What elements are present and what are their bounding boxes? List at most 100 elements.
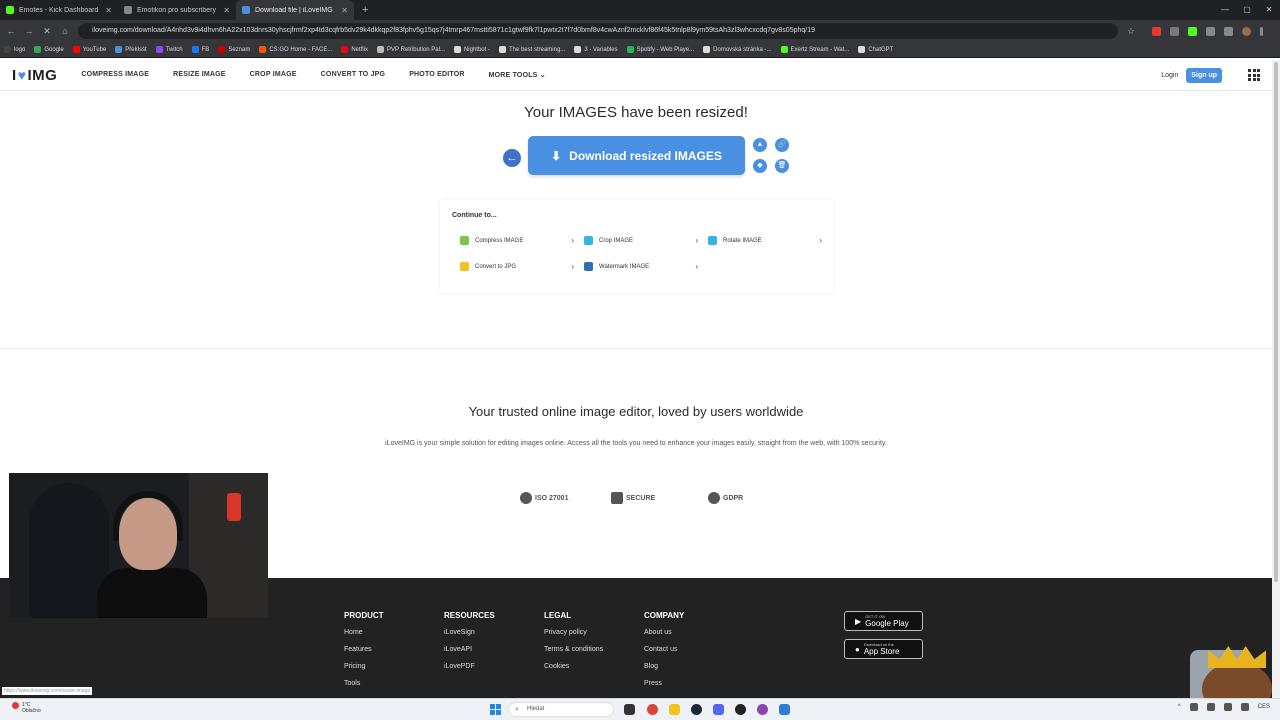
dropbox-icon[interactable]: ◆: [753, 159, 767, 173]
bookmark-item[interactable]: Twitch: [155, 46, 183, 53]
bookmark-icon: [703, 46, 711, 53]
home-icon[interactable]: ⌂: [60, 26, 70, 36]
tray-icon[interactable]: [1223, 703, 1232, 711]
close-tab-icon[interactable]: ✕: [341, 6, 348, 15]
continue-compress-image[interactable]: Compress IMAGE ›: [460, 236, 574, 245]
signup-button[interactable]: Sign up: [1186, 67, 1222, 83]
footer-link[interactable]: Features: [344, 646, 384, 653]
menu-convert-to-jpg[interactable]: CONVERT TO JPG: [321, 71, 386, 79]
url-field[interactable]: iloveimg.com/download/A4nhd3v9i4dhvn6hA2…: [78, 23, 1118, 39]
browser-tab-active[interactable]: Download file | iLoveIMG ✕: [236, 0, 354, 20]
browser-tab[interactable]: Emotikon pro subscribery ✕: [118, 0, 236, 20]
bookmark-item[interactable]: Google: [34, 46, 64, 53]
menu-resize-image[interactable]: RESIZE IMAGE: [173, 71, 226, 79]
file-explorer-icon[interactable]: [669, 704, 680, 715]
footer-link[interactable]: iLovePDF: [444, 663, 495, 670]
close-window-icon[interactable]: ✕: [1258, 0, 1280, 20]
page-scrollbar[interactable]: [1272, 60, 1280, 698]
menu-compress-image[interactable]: COMPRESS IMAGE: [81, 71, 149, 79]
minimize-icon[interactable]: —: [1214, 0, 1236, 20]
footer-link[interactable]: Press: [644, 680, 684, 687]
bookmark-item[interactable]: Nightbot -: [453, 46, 490, 53]
windows-start-icon[interactable]: [490, 704, 501, 715]
download-icon[interactable]: [1224, 26, 1233, 36]
footer-link[interactable]: Tools: [344, 680, 384, 687]
bookmark-item[interactable]: Spotify - Web Playe...: [626, 46, 694, 53]
footer-link[interactable]: Privacy policy: [544, 629, 603, 636]
taskbar-search[interactable]: ⌕ Hledat: [508, 702, 614, 717]
extension-icon[interactable]: [1206, 26, 1215, 36]
language-indicator[interactable]: CES: [1258, 704, 1270, 710]
extension-icon[interactable]: [1152, 26, 1161, 36]
google-play-button[interactable]: ▶ GET IT ON Google Play: [844, 611, 923, 631]
app-icon[interactable]: [779, 704, 790, 715]
stop-loading-icon[interactable]: ✕: [42, 26, 52, 37]
close-tab-icon[interactable]: ✕: [105, 6, 112, 15]
profile-icon[interactable]: [1242, 26, 1251, 36]
bookmark-item[interactable]: The best streaming...: [498, 46, 565, 53]
bookmark-item[interactable]: Domovská stránka -...: [703, 46, 772, 53]
footer-link[interactable]: Terms & conditions: [544, 646, 603, 653]
google-drive-icon[interactable]: ▲: [753, 138, 767, 152]
bookmark-item[interactable]: Netflix: [341, 46, 368, 53]
continue-watermark-image[interactable]: Watermark IMAGE ›: [584, 262, 698, 271]
footer-link[interactable]: iLoveAPI: [444, 646, 495, 653]
footer-link[interactable]: Pricing: [344, 663, 384, 670]
trust-title: Your trusted online image editor, loved …: [468, 404, 804, 419]
login-link[interactable]: Login: [1161, 72, 1178, 79]
menu-more-tools[interactable]: MORE TOOLS ⌄: [489, 71, 546, 79]
maximize-icon[interactable]: ▢: [1236, 0, 1258, 20]
delete-icon[interactable]: 🗑: [775, 159, 789, 173]
bookmark-item[interactable]: 3 - Variables: [574, 46, 618, 53]
footer-link[interactable]: About us: [644, 629, 684, 636]
bookmark-item[interactable]: logo: [4, 46, 25, 53]
bookmark-item[interactable]: FB: [191, 46, 209, 53]
iloveimg-logo[interactable]: I ♥ IMG: [12, 67, 57, 84]
tray-icon[interactable]: [1240, 703, 1249, 711]
extension-icon[interactable]: [1188, 26, 1197, 36]
bookmark-item[interactable]: YouTube: [72, 46, 106, 53]
browser-tab[interactable]: Emotes - Kick Dashboard ✕: [0, 0, 118, 20]
bookmarks-bar: logo Google YouTube Překlsšt Twitch FB S…: [0, 42, 1280, 58]
bookmark-item[interactable]: ChatGPT: [858, 46, 893, 53]
forward-icon[interactable]: →: [24, 26, 34, 36]
menu-crop-image[interactable]: CROP IMAGE: [250, 71, 297, 79]
browser-menu-icon[interactable]: [1260, 26, 1263, 36]
back-icon[interactable]: ←: [6, 26, 16, 36]
app-store-button[interactable]: ● Download on the App Store: [844, 639, 923, 659]
extension-icon[interactable]: [1170, 26, 1179, 36]
bookmark-item[interactable]: Seznam: [218, 46, 250, 53]
link-icon[interactable]: 🔗: [775, 138, 789, 152]
bookmark-item[interactable]: Exertz Stream - Wat...: [780, 46, 849, 53]
footer-link[interactable]: Cookies: [544, 663, 603, 670]
obs-icon[interactable]: [735, 704, 746, 715]
tray-icon[interactable]: [1189, 703, 1198, 711]
bookmark-star-icon[interactable]: ☆: [1126, 26, 1136, 37]
footer-link[interactable]: iLoveSign: [444, 629, 495, 636]
footer-link[interactable]: Home: [344, 629, 384, 636]
chrome-icon[interactable]: [647, 704, 658, 715]
close-tab-icon[interactable]: ✕: [223, 6, 230, 15]
task-view-icon[interactable]: [624, 704, 635, 715]
download-button[interactable]: ⬇ Download resized IMAGES: [528, 136, 745, 175]
continue-crop-image[interactable]: Crop IMAGE ›: [584, 236, 698, 245]
bookmark-item[interactable]: PVP Retribution Pal...: [377, 46, 445, 53]
apps-grid-icon[interactable]: [1248, 69, 1260, 81]
steam-icon[interactable]: [691, 704, 702, 715]
new-tab-button[interactable]: +: [354, 0, 376, 20]
scrollbar-thumb[interactable]: [1274, 62, 1278, 582]
tray-chevron-icon[interactable]: ^: [1178, 704, 1181, 710]
weather-widget[interactable]: 1°C Oblačno: [12, 702, 41, 714]
menu-photo-editor[interactable]: PHOTO EDITOR: [409, 71, 464, 79]
app-icon[interactable]: [757, 704, 768, 715]
discord-icon[interactable]: [713, 704, 724, 715]
footer-link[interactable]: Contact us: [644, 646, 684, 653]
bookmark-item[interactable]: CS:GO Home - FACE...: [259, 46, 332, 53]
bookmark-item[interactable]: Překlsšt: [115, 46, 147, 53]
footer-col-resources: RESOURCES iLoveSign iLoveAPI iLovePDF: [444, 611, 495, 670]
continue-rotate-image[interactable]: Rotate IMAGE ›: [708, 236, 822, 245]
continue-convert-to-jpg[interactable]: Convert to JPG ›: [460, 262, 574, 271]
footer-link[interactable]: Blog: [644, 663, 684, 670]
back-arrow-button[interactable]: ←: [503, 149, 521, 167]
tray-icon[interactable]: [1206, 703, 1215, 711]
